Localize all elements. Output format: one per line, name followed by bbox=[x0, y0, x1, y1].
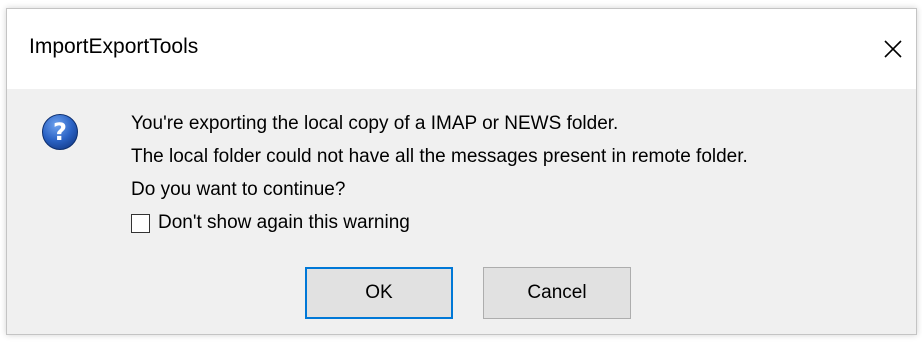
message-text: You're exporting the local copy of a IMA… bbox=[131, 107, 748, 206]
message-line: Do you want to continue? bbox=[131, 179, 346, 200]
svg-text:?: ? bbox=[53, 118, 67, 146]
dont-show-again-label: Don't show again this warning bbox=[158, 212, 410, 233]
close-icon bbox=[884, 40, 902, 58]
message-line: The local folder could not have all the … bbox=[131, 146, 748, 167]
cancel-button[interactable]: Cancel bbox=[483, 267, 631, 319]
message-line: You're exporting the local copy of a IMA… bbox=[131, 113, 619, 134]
window-title: ImportExportTools bbox=[29, 35, 199, 58]
title-bar: ImportExportTools bbox=[7, 9, 916, 89]
question-icon: ? bbox=[42, 114, 78, 150]
dialog-content: ? You're exporting the local copy of a I… bbox=[7, 89, 916, 334]
close-button[interactable] bbox=[870, 9, 916, 89]
ok-button[interactable]: OK bbox=[305, 267, 453, 319]
dialog-window: ImportExportTools ? You're exporting the… bbox=[6, 8, 917, 335]
dont-show-again-row[interactable]: Don't show again this warning bbox=[131, 212, 410, 234]
dont-show-again-checkbox[interactable] bbox=[131, 213, 150, 233]
